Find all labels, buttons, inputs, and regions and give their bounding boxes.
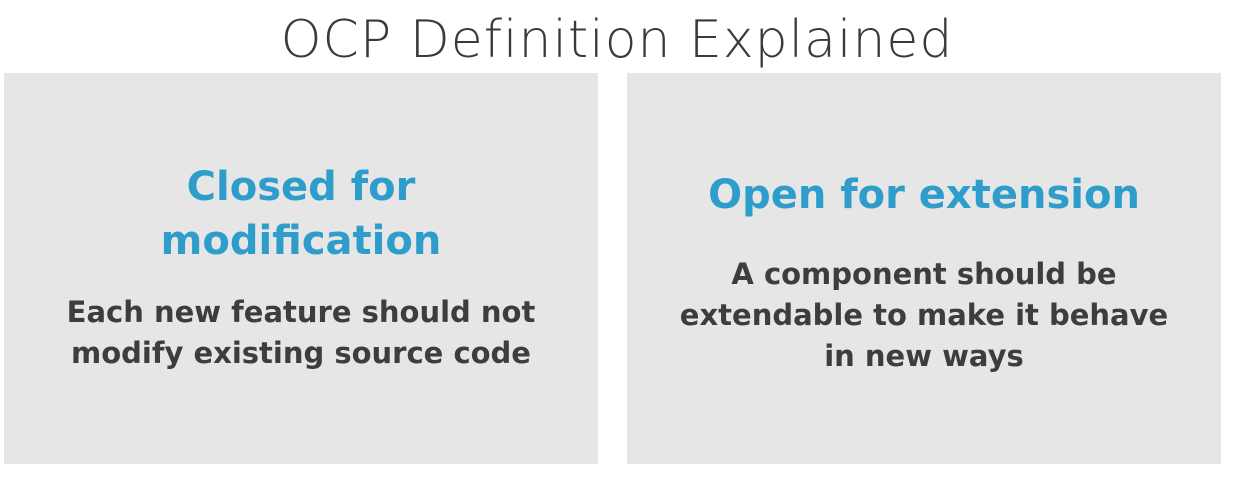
closed-for-modification-description: Each new feature should not modify exist… xyxy=(4,292,598,374)
description-line: modify existing source code xyxy=(71,336,531,370)
heading-line: Open for extension xyxy=(708,172,1140,218)
description-line: extendable to make it behave xyxy=(679,298,1169,332)
closed-for-modification-content: Closed for modification Each new feature… xyxy=(4,160,598,374)
description-line: A component should be xyxy=(731,257,1117,291)
open-for-extension-panel: Open for extension A component should be… xyxy=(627,73,1221,464)
slide-title: OCP Definition Explained xyxy=(280,10,954,70)
closed-for-modification-panel: Closed for modification Each new feature… xyxy=(4,73,598,464)
open-for-extension-description: A component should be extendable to make… xyxy=(627,254,1221,377)
closed-for-modification-heading: Closed for modification xyxy=(4,160,598,268)
description-line: Each new feature should not xyxy=(66,295,536,329)
heading-line: Closed for xyxy=(186,164,416,210)
open-for-extension-content: Open for extension A component should be… xyxy=(627,168,1221,377)
description-line: in new ways xyxy=(824,339,1024,373)
heading-line: modification xyxy=(160,218,442,264)
open-for-extension-heading: Open for extension xyxy=(627,168,1221,222)
